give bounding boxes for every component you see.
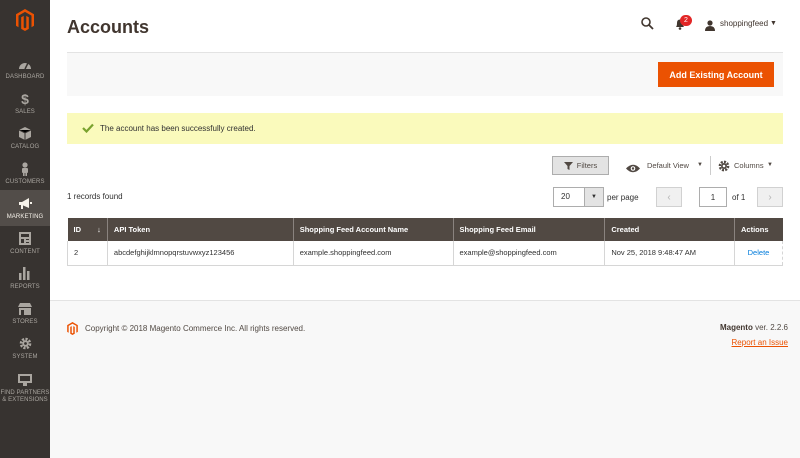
sidebar-item-label: CONTENT [10,248,40,255]
user-account-name[interactable]: shoppingfeed [720,19,768,28]
sidebar-item-label: FIND PARTNERS [0,390,50,396]
chevron-down-icon[interactable]: ▼ [697,162,703,168]
sidebar-item-marketing[interactable]: MARKETING [0,190,50,226]
cell-id: 2 [67,241,108,266]
per-page-label: per page [607,193,639,202]
default-view-dropdown[interactable]: Default View [647,161,689,170]
sidebar-item-stores[interactable]: STORES [0,295,50,331]
grid-header-row: ID ↓ API Token Shopping Feed Account Name… [67,218,783,241]
cell-created: Nov 25, 2018 9:48:47 AM [604,241,735,266]
sidebar-item-label: SYSTEM [12,353,38,360]
content-icon [19,231,31,247]
page-footer: Copyright © 2018 Magento Commerce Inc. A… [50,300,800,458]
filter-icon [563,161,573,170]
sidebar-item-label-secondary: & EXTENSIONS [2,397,48,403]
delete-link[interactable]: Delete [733,241,784,266]
sidebar-item-partners[interactable]: FIND PARTNERS & EXTENSIONS [0,368,50,408]
sidebar-item-catalog[interactable]: CATALOG [0,120,50,156]
accounts-grid: ID ↓ API Token Shopping Feed Account Name… [67,218,784,266]
partners-icon [18,372,32,388]
megaphone-icon [18,196,32,212]
gear-icon [19,336,32,352]
page-count: of 1 [732,193,746,202]
cube-icon [19,126,31,142]
sidebar-item-label: DASHBOARD [5,73,45,80]
sidebar-item-label: SALES [15,108,35,115]
current-page-input[interactable]: 1 [699,187,727,207]
person-icon [20,161,30,177]
sidebar-item-reports[interactable]: REPORTS [0,260,50,296]
column-header-actions: Actions [734,218,783,241]
toolbar-divider [710,156,711,175]
columns-dropdown[interactable]: Columns [734,161,764,170]
report-issue-link[interactable]: Report an Issue [732,338,788,347]
sidebar-item-content[interactable]: CONTENT [0,225,50,261]
sidebar-item-label: MARKETING [6,213,44,220]
table-row[interactable]: 2 abcdefghijklmnopqrstuvwxyz123456 examp… [67,241,784,266]
sidebar-item-dashboard[interactable]: DASHBOARD [0,50,50,86]
admin-sidebar: DASHBOARD $ SALES CATALOG CUSTOMERS MARK… [0,0,50,458]
eye-icon[interactable] [626,160,640,178]
filters-label: Filters [576,161,598,170]
sidebar-item-label: CUSTOMERS [5,178,45,185]
chevron-down-icon[interactable]: ▼ [767,162,773,168]
column-header-created[interactable]: Created [604,218,735,241]
column-header-account-name[interactable]: Shopping Feed Account Name [293,218,454,241]
magento-logo-icon [67,322,78,340]
per-page-select[interactable]: 20 [553,187,585,207]
sidebar-item-label: REPORTS [10,283,40,290]
sidebar-item-system[interactable]: SYSTEM [0,330,50,366]
records-found: 1 records found [67,192,123,201]
sidebar-item-label: STORES [12,318,38,325]
page-actions-bar: Add Existing Account [67,52,783,96]
cell-account-name: example.shoppingfeed.com [292,241,454,266]
cell-email: example@shoppingfeed.com [452,241,606,266]
main-content: Accounts 2 shoppingfeed ▼ Add Existing A… [50,0,800,458]
gear-icon[interactable] [718,159,730,177]
version-text: ver. 2.2.6 [752,323,788,332]
next-page-button[interactable]: › [757,187,783,207]
column-header-api-token[interactable]: API Token [107,218,294,241]
sidebar-item-customers[interactable]: CUSTOMERS [0,155,50,191]
per-page-dropdown-button[interactable]: ▼ [584,187,604,207]
notifications-count-badge[interactable]: 2 [680,15,692,26]
sidebar-item-label: CATALOG [10,143,40,150]
search-icon[interactable] [641,17,654,35]
chevron-down-icon[interactable]: ▼ [770,20,777,27]
user-icon[interactable] [705,18,715,36]
success-message-text: The account has been successfully create… [100,124,256,133]
sort-arrow-icon: ↓ [97,225,101,234]
previous-page-button[interactable]: ‹ [656,187,682,207]
copyright-text: Copyright © 2018 Magento Commerce Inc. A… [85,324,306,333]
bar-chart-icon [19,266,31,282]
column-header-label: ID [73,225,82,234]
brand-name: Magento [719,323,753,332]
version-info: Magento ver. 2.2.6 [720,323,788,332]
magento-logo[interactable] [0,0,50,40]
dashboard-icon [18,56,32,72]
page-title: Accounts [67,17,150,37]
sidebar-item-sales[interactable]: $ SALES [0,85,50,121]
store-icon [18,301,32,317]
success-message: The account has been successfully create… [67,113,783,144]
column-header-email[interactable]: Shopping Feed Email [453,218,606,241]
cell-api-token: abcdefghijklmnopqrstuvwxyz123456 [106,241,294,266]
dollar-icon: $ [21,90,29,107]
add-existing-account-button[interactable]: Add Existing Account [658,62,774,87]
column-header-id[interactable]: ID ↓ [67,218,108,241]
filters-button[interactable]: Filters [552,156,609,175]
checkmark-icon [82,120,94,138]
